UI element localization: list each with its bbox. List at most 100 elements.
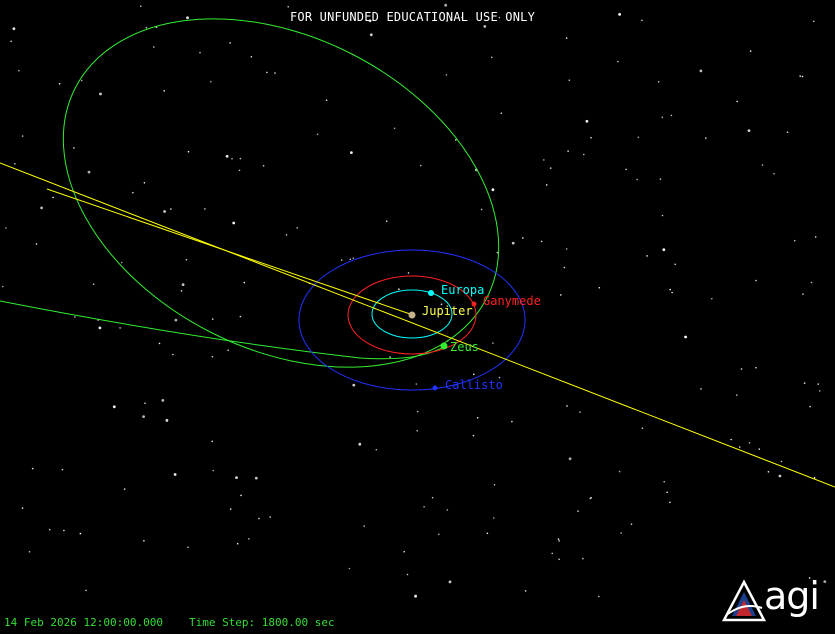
star — [92, 283, 95, 286]
star — [711, 297, 713, 300]
star — [646, 255, 648, 257]
agi-logo-icon — [722, 579, 766, 622]
star — [577, 510, 579, 512]
star — [618, 470, 621, 473]
star — [540, 240, 543, 243]
star — [755, 366, 757, 369]
star — [486, 532, 489, 535]
star — [389, 356, 391, 358]
europa-marker[interactable] — [428, 290, 434, 296]
star — [21, 135, 24, 137]
star — [670, 114, 673, 117]
star — [511, 241, 515, 245]
star — [165, 419, 169, 422]
star — [551, 552, 553, 555]
star — [269, 516, 272, 518]
star — [813, 476, 816, 479]
star — [446, 509, 449, 511]
star — [568, 79, 571, 81]
star — [493, 517, 495, 519]
star — [438, 533, 440, 536]
star — [818, 390, 821, 392]
license-banner: FOR UNFUNDED EDUCATIONAL USE ONLY — [289, 10, 535, 24]
star — [28, 551, 31, 553]
star — [158, 342, 161, 345]
star — [254, 476, 258, 480]
jupiter-marker[interactable] — [408, 311, 416, 319]
star — [558, 540, 560, 542]
star — [98, 326, 102, 330]
star — [511, 420, 513, 423]
star — [590, 136, 592, 139]
star — [778, 474, 782, 478]
star — [352, 383, 356, 387]
star — [238, 169, 241, 172]
star — [163, 210, 167, 213]
star — [748, 442, 751, 444]
star — [227, 349, 229, 352]
star — [73, 147, 75, 149]
trajectory-line-primary — [0, 162, 835, 488]
star — [398, 288, 400, 291]
star — [316, 133, 319, 136]
star — [132, 191, 134, 194]
star — [747, 129, 751, 133]
star — [363, 525, 366, 527]
zeus-marker[interactable] — [440, 342, 448, 350]
star — [393, 127, 396, 130]
star — [170, 208, 172, 210]
star — [636, 178, 638, 181]
star — [705, 137, 707, 139]
star — [786, 131, 789, 133]
jupiter-label: Jupiter — [422, 304, 473, 318]
star — [583, 153, 585, 156]
star — [669, 288, 671, 291]
star — [793, 239, 796, 242]
star — [423, 506, 425, 508]
star — [758, 448, 761, 450]
star — [350, 151, 353, 155]
callisto-label: Callisto — [445, 378, 503, 392]
star — [483, 25, 487, 28]
star — [153, 46, 155, 48]
callisto-marker[interactable] — [432, 385, 438, 391]
star — [557, 538, 560, 540]
star — [79, 532, 82, 535]
star — [773, 172, 775, 175]
star — [662, 248, 666, 252]
star — [31, 467, 34, 470]
star — [472, 434, 475, 437]
star — [448, 580, 452, 584]
star — [491, 188, 495, 192]
scenario-datetime: 14 Feb 2026 12:00:00.000 — [4, 616, 163, 629]
star — [416, 410, 419, 413]
star — [211, 440, 213, 443]
star — [496, 251, 499, 254]
star — [415, 383, 418, 385]
star — [181, 283, 185, 286]
star — [558, 558, 560, 561]
ganymede-label: Ganymede — [483, 294, 541, 308]
star — [296, 227, 299, 229]
3d-graphics-viewport[interactable]: Jupiter Europa Ganymede Callisto Zeus FO… — [0, 0, 835, 629]
star — [545, 184, 548, 186]
star — [661, 116, 664, 119]
star — [431, 496, 434, 499]
agi-logo: agi — [722, 574, 830, 624]
star — [243, 281, 246, 284]
star — [211, 356, 214, 358]
time-step: Time Step: 1800.00 sec — [188, 616, 335, 629]
star — [582, 557, 584, 560]
star — [661, 214, 664, 217]
star — [369, 33, 373, 37]
star — [231, 157, 233, 160]
star — [403, 550, 406, 553]
star — [730, 438, 732, 441]
star — [617, 60, 619, 63]
star — [21, 507, 24, 509]
star — [5, 227, 7, 229]
star — [620, 532, 622, 534]
star — [814, 236, 817, 238]
star — [641, 427, 644, 430]
star — [749, 50, 752, 52]
